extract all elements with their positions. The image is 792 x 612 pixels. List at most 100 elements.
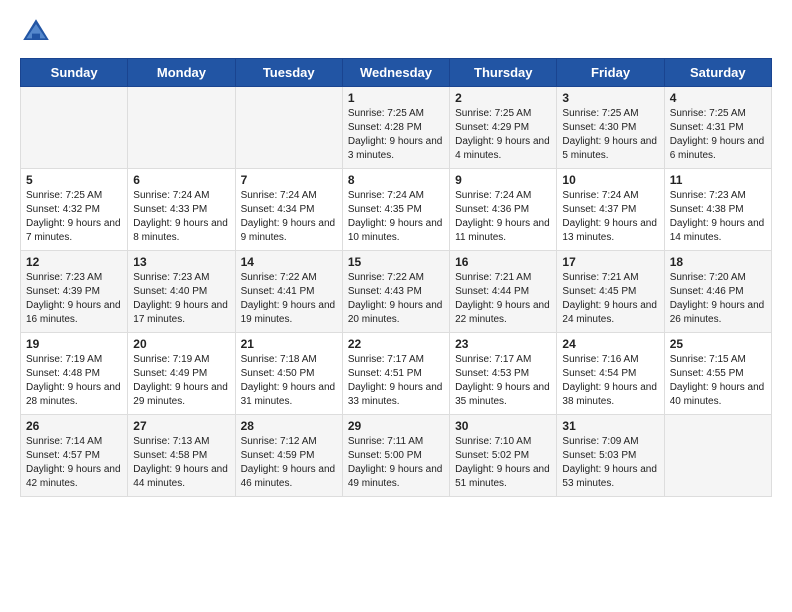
weekday-header-wednesday: Wednesday <box>342 59 449 87</box>
day-info: Sunrise: 7:10 AM Sunset: 5:02 PM Dayligh… <box>455 435 551 491</box>
calendar-cell: 7 Sunrise: 7:24 AM Sunset: 4:34 PM Daylig… <box>235 169 342 251</box>
calendar-cell: 3 Sunrise: 7:25 AM Sunset: 4:30 PM Daylig… <box>557 87 664 169</box>
calendar-cell: 9 Sunrise: 7:24 AM Sunset: 4:36 PM Daylig… <box>450 169 557 251</box>
calendar-cell: 25 Sunrise: 7:15 AM Sunset: 4:55 PM Dayli… <box>664 333 771 415</box>
calendar-cell: 23Sunrise: 7:17 AM Sunset: 4:53 PM Dayli… <box>450 333 557 415</box>
day-number: 10 <box>562 173 658 187</box>
day-number: 3 <box>562 91 658 105</box>
calendar-week-3: 12Sunrise: 7:23 AM Sunset: 4:39 PM Dayli… <box>21 251 772 333</box>
day-info: Sunrise: 7:15 AM Sunset: 4:55 PM Dayligh… <box>670 353 766 409</box>
day-info: Sunrise: 7:25 AM Sunset: 4:31 PM Dayligh… <box>670 107 766 163</box>
calendar-cell: 2Sunrise: 7:25 AM Sunset: 4:29 PM Daylig… <box>450 87 557 169</box>
day-info: Sunrise: 7:24 AM Sunset: 4:33 PM Dayligh… <box>133 189 229 245</box>
day-info: Sunrise: 7:23 AM Sunset: 4:40 PM Dayligh… <box>133 271 229 327</box>
calendar-cell: 19 Sunrise: 7:19 AM Sunset: 4:48 PM Dayli… <box>21 333 128 415</box>
day-number: 30 <box>455 419 551 433</box>
weekday-header-tuesday: Tuesday <box>235 59 342 87</box>
calendar: SundayMondayTuesdayWednesdayThursdayFrid… <box>20 58 772 497</box>
day-info: Sunrise: 7:22 AM Sunset: 4:43 PM Dayligh… <box>348 271 444 327</box>
calendar-cell: 28Sunrise: 7:12 AM Sunset: 4:59 PM Dayli… <box>235 415 342 497</box>
weekday-header-thursday: Thursday <box>450 59 557 87</box>
day-info: Sunrise: 7:23 AM Sunset: 4:38 PM Dayligh… <box>670 189 766 245</box>
calendar-cell: 14 Sunrise: 7:22 AM Sunset: 4:41 PM Dayli… <box>235 251 342 333</box>
calendar-week-2: 5 Sunrise: 7:25 AM Sunset: 4:32 PM Daylig… <box>21 169 772 251</box>
calendar-cell: 27 Sunrise: 7:13 AM Sunset: 4:58 PM Dayli… <box>128 415 235 497</box>
calendar-cell: 8 Sunrise: 7:24 AM Sunset: 4:35 PM Daylig… <box>342 169 449 251</box>
header <box>20 16 772 48</box>
calendar-cell: 31Sunrise: 7:09 AM Sunset: 5:03 PM Dayli… <box>557 415 664 497</box>
day-number: 26 <box>26 419 122 433</box>
day-info: Sunrise: 7:24 AM Sunset: 4:34 PM Dayligh… <box>241 189 337 245</box>
day-number: 31 <box>562 419 658 433</box>
weekday-header-monday: Monday <box>128 59 235 87</box>
day-number: 25 <box>670 337 766 351</box>
day-info: Sunrise: 7:12 AM Sunset: 4:59 PM Dayligh… <box>241 435 337 491</box>
day-info: Sunrise: 7:21 AM Sunset: 4:44 PM Dayligh… <box>455 271 551 327</box>
calendar-cell: 15 Sunrise: 7:22 AM Sunset: 4:43 PM Dayli… <box>342 251 449 333</box>
day-number: 23 <box>455 337 551 351</box>
day-number: 6 <box>133 173 229 187</box>
day-info: Sunrise: 7:25 AM Sunset: 4:30 PM Dayligh… <box>562 107 658 163</box>
page: SundayMondayTuesdayWednesdayThursdayFrid… <box>0 0 792 507</box>
calendar-cell <box>664 415 771 497</box>
day-info: Sunrise: 7:14 AM Sunset: 4:57 PM Dayligh… <box>26 435 122 491</box>
day-info: Sunrise: 7:13 AM Sunset: 4:58 PM Dayligh… <box>133 435 229 491</box>
logo-icon <box>20 16 52 48</box>
day-number: 8 <box>348 173 444 187</box>
day-number: 14 <box>241 255 337 269</box>
day-info: Sunrise: 7:23 AM Sunset: 4:39 PM Dayligh… <box>26 271 122 327</box>
calendar-cell: 10 Sunrise: 7:24 AM Sunset: 4:37 PM Dayli… <box>557 169 664 251</box>
day-number: 5 <box>26 173 122 187</box>
day-info: Sunrise: 7:25 AM Sunset: 4:32 PM Dayligh… <box>26 189 122 245</box>
weekday-header-saturday: Saturday <box>664 59 771 87</box>
day-info: Sunrise: 7:17 AM Sunset: 4:51 PM Dayligh… <box>348 353 444 409</box>
calendar-cell: 21 Sunrise: 7:18 AM Sunset: 4:50 PM Dayli… <box>235 333 342 415</box>
day-number: 16 <box>455 255 551 269</box>
day-info: Sunrise: 7:20 AM Sunset: 4:46 PM Dayligh… <box>670 271 766 327</box>
weekday-header-sunday: Sunday <box>21 59 128 87</box>
calendar-cell: 13Sunrise: 7:23 AM Sunset: 4:40 PM Dayli… <box>128 251 235 333</box>
day-number: 19 <box>26 337 122 351</box>
calendar-cell: 18 Sunrise: 7:20 AM Sunset: 4:46 PM Dayli… <box>664 251 771 333</box>
day-number: 27 <box>133 419 229 433</box>
day-number: 11 <box>670 173 766 187</box>
day-number: 18 <box>670 255 766 269</box>
day-info: Sunrise: 7:16 AM Sunset: 4:54 PM Dayligh… <box>562 353 658 409</box>
day-info: Sunrise: 7:25 AM Sunset: 4:28 PM Dayligh… <box>348 107 444 163</box>
day-info: Sunrise: 7:24 AM Sunset: 4:36 PM Dayligh… <box>455 189 551 245</box>
calendar-cell <box>235 87 342 169</box>
logo <box>20 16 56 48</box>
calendar-cell: 6 Sunrise: 7:24 AM Sunset: 4:33 PM Daylig… <box>128 169 235 251</box>
day-number: 7 <box>241 173 337 187</box>
day-info: Sunrise: 7:22 AM Sunset: 4:41 PM Dayligh… <box>241 271 337 327</box>
day-info: Sunrise: 7:24 AM Sunset: 4:37 PM Dayligh… <box>562 189 658 245</box>
calendar-cell: 11 Sunrise: 7:23 AM Sunset: 4:38 PM Dayli… <box>664 169 771 251</box>
day-number: 21 <box>241 337 337 351</box>
calendar-cell: 4Sunrise: 7:25 AM Sunset: 4:31 PM Daylig… <box>664 87 771 169</box>
day-info: Sunrise: 7:19 AM Sunset: 4:48 PM Dayligh… <box>26 353 122 409</box>
day-number: 20 <box>133 337 229 351</box>
calendar-cell: 12Sunrise: 7:23 AM Sunset: 4:39 PM Dayli… <box>21 251 128 333</box>
day-info: Sunrise: 7:11 AM Sunset: 5:00 PM Dayligh… <box>348 435 444 491</box>
day-info: Sunrise: 7:19 AM Sunset: 4:49 PM Dayligh… <box>133 353 229 409</box>
weekday-header-friday: Friday <box>557 59 664 87</box>
calendar-cell: 1 Sunrise: 7:25 AM Sunset: 4:28 PM Daylig… <box>342 87 449 169</box>
calendar-cell <box>21 87 128 169</box>
calendar-cell: 26 Sunrise: 7:14 AM Sunset: 4:57 PM Dayli… <box>21 415 128 497</box>
weekday-header-row: SundayMondayTuesdayWednesdayThursdayFrid… <box>21 59 772 87</box>
calendar-week-5: 26 Sunrise: 7:14 AM Sunset: 4:57 PM Dayli… <box>21 415 772 497</box>
day-info: Sunrise: 7:24 AM Sunset: 4:35 PM Dayligh… <box>348 189 444 245</box>
day-number: 1 <box>348 91 444 105</box>
calendar-cell: 16 Sunrise: 7:21 AM Sunset: 4:44 PM Dayli… <box>450 251 557 333</box>
calendar-cell: 20 Sunrise: 7:19 AM Sunset: 4:49 PM Dayli… <box>128 333 235 415</box>
calendar-cell <box>128 87 235 169</box>
calendar-cell: 22Sunrise: 7:17 AM Sunset: 4:51 PM Dayli… <box>342 333 449 415</box>
calendar-week-4: 19 Sunrise: 7:19 AM Sunset: 4:48 PM Dayli… <box>21 333 772 415</box>
calendar-cell: 24 Sunrise: 7:16 AM Sunset: 4:54 PM Dayli… <box>557 333 664 415</box>
day-info: Sunrise: 7:25 AM Sunset: 4:29 PM Dayligh… <box>455 107 551 163</box>
day-number: 24 <box>562 337 658 351</box>
day-info: Sunrise: 7:18 AM Sunset: 4:50 PM Dayligh… <box>241 353 337 409</box>
day-number: 15 <box>348 255 444 269</box>
day-number: 9 <box>455 173 551 187</box>
day-info: Sunrise: 7:21 AM Sunset: 4:45 PM Dayligh… <box>562 271 658 327</box>
